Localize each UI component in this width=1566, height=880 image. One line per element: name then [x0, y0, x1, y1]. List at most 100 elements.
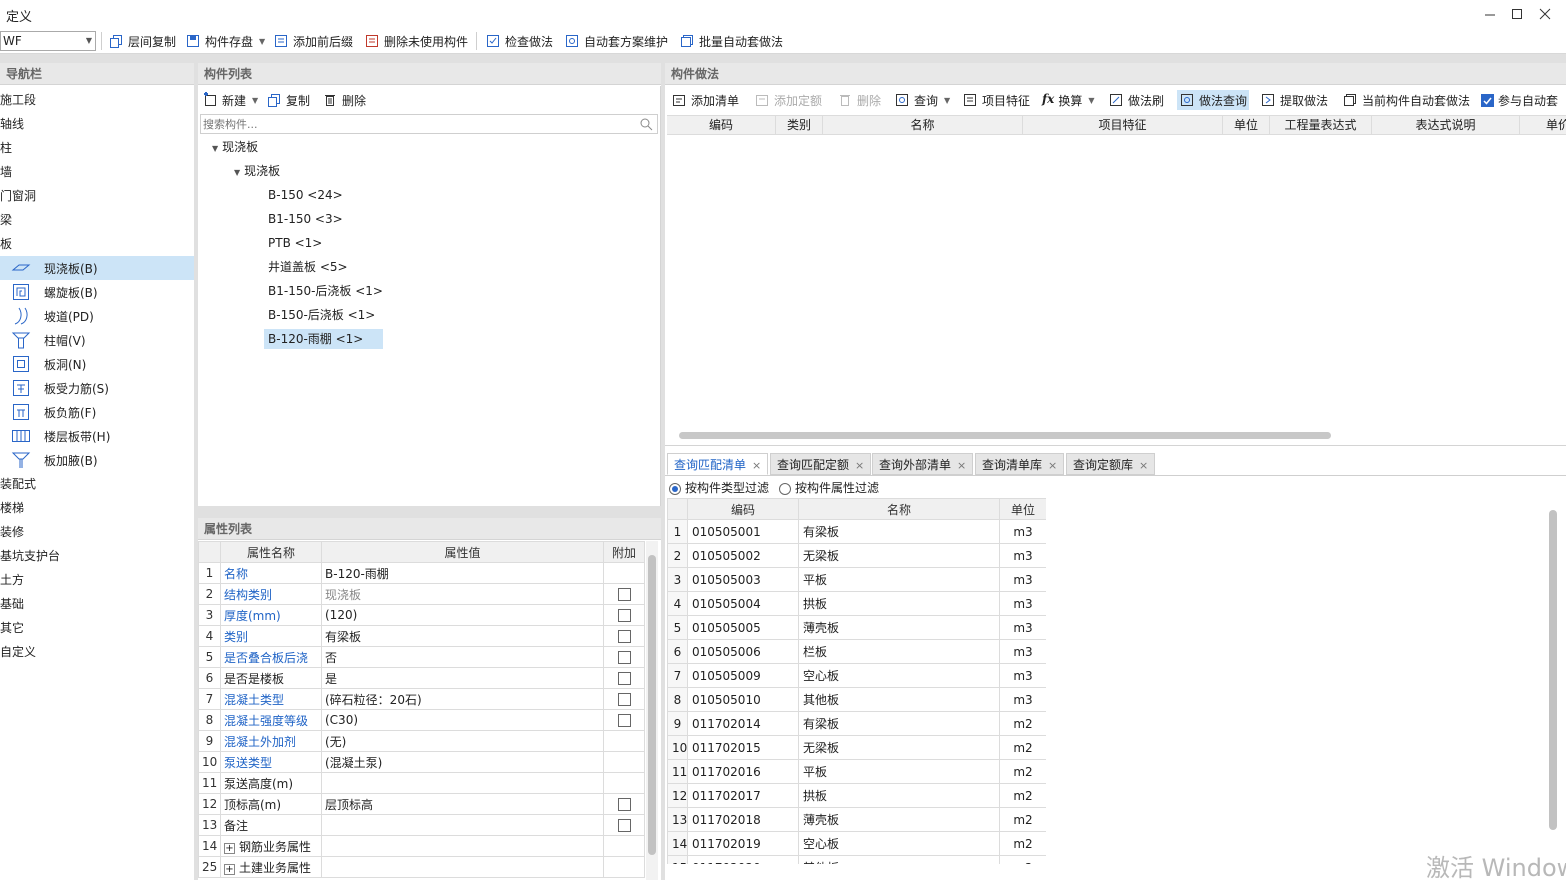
- nav-sub-cast-slab[interactable]: 现浇板(B): [0, 256, 194, 280]
- property-value[interactable]: (C30): [321, 709, 604, 731]
- tree-item[interactable]: B-150-后浇板 <1>: [268, 305, 375, 325]
- copy-floor-button[interactable]: 层间复制: [108, 30, 176, 52]
- header-cell[interactable]: 单位: [999, 498, 1046, 520]
- copy-component-button[interactable]: 复制: [266, 90, 310, 110]
- maximize-icon[interactable]: [1509, 6, 1525, 22]
- property-row[interactable]: 3 厚度(mm) (120): [198, 604, 645, 626]
- tab-match-bill[interactable]: 查询匹配清单 ×: [667, 453, 769, 475]
- nav-sub-negative-rebar[interactable]: 板负筋(F): [0, 400, 194, 424]
- query-button[interactable]: 查询 ▼: [894, 90, 950, 110]
- nav-sub-floor-strip[interactable]: 楼层板带(H): [0, 424, 194, 448]
- radio-on-icon[interactable]: [669, 482, 681, 495]
- header-cell[interactable]: 编码: [687, 498, 799, 520]
- column-header[interactable]: 项目特征: [1023, 116, 1223, 134]
- add-quota-button[interactable]: 添加定额: [754, 90, 822, 110]
- checkbox[interactable]: [617, 608, 631, 622]
- checkbox[interactable]: [617, 587, 631, 601]
- nav-item-custom[interactable]: 自定义: [0, 640, 194, 664]
- tree-group[interactable]: ▼ 现浇板: [234, 161, 280, 181]
- add-prefix-suffix-button[interactable]: 添加前后缀: [273, 30, 353, 52]
- property-row[interactable]: 2 结构类别 现浇板: [198, 583, 645, 605]
- method-brush-button[interactable]: 做法刷: [1108, 90, 1164, 110]
- close-icon[interactable]: ×: [752, 459, 761, 472]
- property-value[interactable]: 层顶标高: [321, 793, 604, 815]
- nav-item-segment[interactable]: 施工段: [0, 88, 194, 112]
- floor-combo[interactable]: WF ▼: [0, 31, 96, 51]
- table-row[interactable]: 11 011702016 平板 m2: [667, 759, 1046, 784]
- nav-item-foundation[interactable]: 基础: [0, 592, 194, 616]
- filter-by-type-radio[interactable]: 按构件类型过滤: [669, 479, 769, 497]
- column-header[interactable]: 类别: [776, 116, 823, 134]
- component-search-input[interactable]: [201, 115, 621, 133]
- join-auto-toggle[interactable]: 参与自动套: [1481, 90, 1558, 110]
- new-component-button[interactable]: 新建 ▼: [202, 90, 258, 110]
- expand-plus-icon[interactable]: +: [224, 863, 235, 875]
- close-icon[interactable]: ×: [1139, 459, 1148, 472]
- save-component-button[interactable]: 构件存盘 ▼: [185, 30, 265, 52]
- property-row[interactable]: 25 + 土建业务属性: [198, 856, 645, 878]
- tab-external-bill[interactable]: 查询外部清单 ×: [872, 453, 974, 475]
- nav-item-decoration[interactable]: 装修: [0, 520, 194, 544]
- project-feature-button[interactable]: 项目特征: [962, 90, 1030, 110]
- tab-bill-library[interactable]: 查询清单库 ×: [975, 453, 1065, 475]
- table-row[interactable]: 15011702020其他板m2: [667, 855, 1046, 864]
- property-row[interactable]: 14 + 钢筋业务属性: [198, 835, 645, 857]
- property-row[interactable]: 8 混凝土强度等级 (C30): [198, 709, 645, 731]
- property-row[interactable]: 4 类别 有梁板: [198, 625, 645, 647]
- checkbox-checked-icon[interactable]: [1481, 93, 1494, 107]
- tree-item-selected[interactable]: B-120-雨棚 <1>: [264, 329, 383, 349]
- close-icon[interactable]: ×: [1048, 459, 1057, 472]
- minimize-icon[interactable]: [1482, 6, 1498, 22]
- nav-item-column[interactable]: 柱: [0, 136, 194, 160]
- checkbox[interactable]: [617, 797, 631, 811]
- table-row[interactable]: 1 010505001 有梁板 m3: [667, 519, 1046, 544]
- nav-item-pit-support[interactable]: 基坑支护台: [0, 544, 194, 568]
- header-cell[interactable]: 名称: [798, 498, 1000, 520]
- property-value[interactable]: B-120-雨棚: [321, 562, 604, 584]
- property-row[interactable]: 11 泵送高度(m): [198, 772, 645, 794]
- delete-component-button[interactable]: 删除: [322, 90, 366, 110]
- close-icon[interactable]: ×: [855, 459, 864, 472]
- batch-auto-button[interactable]: 批量自动套做法: [679, 30, 783, 52]
- property-row[interactable]: 1 名称 B-120-雨棚: [198, 562, 645, 584]
- extract-method-button[interactable]: 提取做法: [1260, 90, 1328, 110]
- property-scrollbar[interactable]: [646, 541, 658, 880]
- auto-scheme-button[interactable]: 自动套方案维护: [564, 30, 668, 52]
- property-value[interactable]: 现浇板: [321, 583, 604, 605]
- scroll-thumb[interactable]: [648, 555, 656, 855]
- property-value[interactable]: (混凝土泵): [321, 751, 604, 773]
- tree-item[interactable]: PTB <1>: [268, 233, 322, 253]
- checkbox[interactable]: [617, 818, 631, 832]
- nav-sub-slab-haunch[interactable]: 板加腋(B): [0, 448, 194, 472]
- check-method-button[interactable]: 检查做法: [485, 30, 553, 52]
- tree-item[interactable]: B1-150-后浇板 <1>: [268, 281, 383, 301]
- table-row[interactable]: 2 010505002 无梁板 m3: [667, 543, 1046, 568]
- property-row[interactable]: 12 顶标高(m) 层顶标高: [198, 793, 645, 815]
- tree-item[interactable]: 井道盖板 <5>: [268, 257, 348, 277]
- table-row[interactable]: 6 010505006 栏板 m3: [667, 639, 1046, 664]
- tree-root[interactable]: ▼ 现浇板: [212, 137, 258, 157]
- table-row[interactable]: 5 010505005 薄壳板 m3: [667, 615, 1046, 640]
- auto-apply-current-button[interactable]: 当前构件自动套做法: [1342, 90, 1470, 110]
- column-header[interactable]: 编码: [667, 116, 776, 134]
- property-row[interactable]: 7 混凝土类型 (碎石粒径：20石): [198, 688, 645, 710]
- property-value[interactable]: (120): [321, 604, 604, 626]
- property-row[interactable]: 6 是否是楼板是: [198, 667, 645, 689]
- scroll-thumb[interactable]: [1549, 510, 1557, 830]
- checkbox[interactable]: [617, 671, 631, 685]
- property-value[interactable]: 是: [321, 667, 604, 689]
- checkbox[interactable]: [617, 629, 631, 643]
- tab-match-quota[interactable]: 查询匹配定额 ×: [770, 453, 872, 475]
- table-row[interactable]: 8 010505010 其他板 m3: [667, 687, 1046, 712]
- tree-item[interactable]: B1-150 <3>: [268, 209, 343, 229]
- table-row[interactable]: 7 010505009 空心板 m3: [667, 663, 1046, 688]
- nav-item-slab[interactable]: 板: [0, 232, 194, 256]
- nav-item-prefab[interactable]: 装配式: [0, 472, 194, 496]
- property-name-group[interactable]: + 钢筋业务属性: [220, 835, 322, 857]
- property-row[interactable]: 10 泵送类型 (混凝土泵): [198, 751, 645, 773]
- property-row[interactable]: 9 混凝土外加剂 (无): [198, 730, 645, 752]
- property-value[interactable]: 否: [321, 646, 604, 668]
- table-row[interactable]: 4 010505004 拱板 m3: [667, 591, 1046, 616]
- expand-icon[interactable]: ▼: [234, 168, 240, 177]
- tree-item[interactable]: B-150 <24>: [268, 185, 343, 205]
